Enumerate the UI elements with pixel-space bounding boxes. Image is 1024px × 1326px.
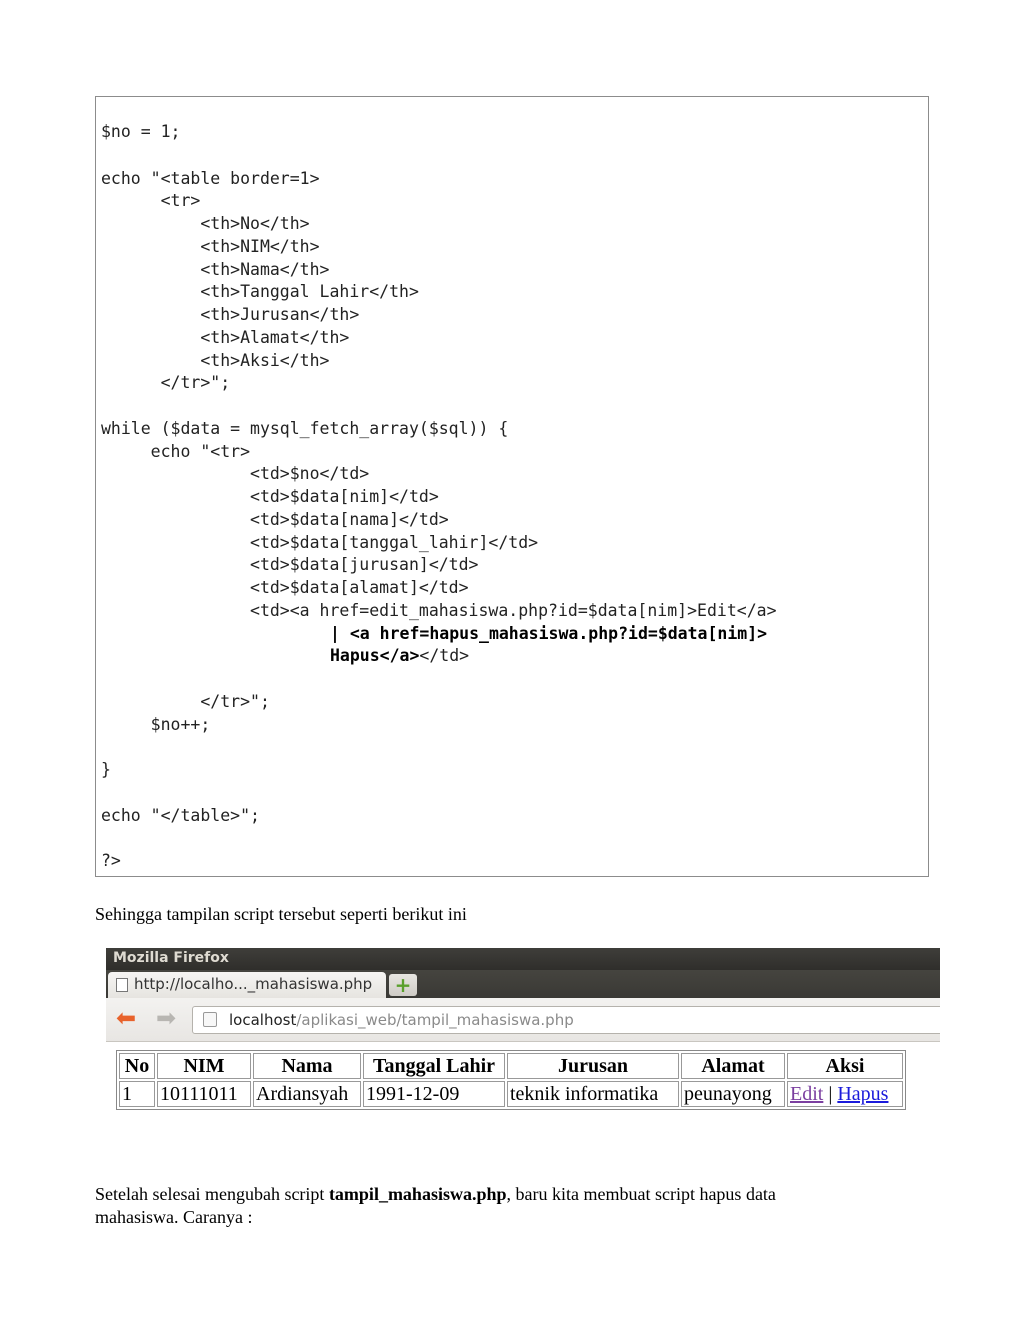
cell-alamat: peunayong [681,1081,785,1107]
cell-jurusan: teknik informatika [507,1081,679,1107]
code-line-bold: | <a href=hapus_mahasiswa.php?id=$data[n… [330,623,767,645]
edit-link[interactable]: Edit [790,1083,823,1105]
page-content: No NIM Nama Tanggal Lahir Jurusan Alamat… [106,1042,940,1148]
code-listing: $no = 1; echo "<table border=1> <tr> <th… [95,96,929,877]
script-filename: tampil_mahasiswa.php [328,1184,507,1204]
code-line: ?> [101,851,121,870]
mahasiswa-table: No NIM Nama Tanggal Lahir Jurusan Alamat… [116,1050,906,1110]
tab-title: http://localho..._mahasiswa.php [134,975,373,993]
code-line: <td>$data[nama]</td> [101,510,449,529]
code-line: echo "<table border=1> [101,169,320,188]
code-line: <td>$data[nim]</td> [101,487,439,506]
code-line: $no++; [101,715,211,734]
address-bar[interactable]: localhost/aplikasi_web/tampil_mahasiswa.… [192,1006,940,1034]
code-line: } [101,760,111,779]
code-line: <th>NIM</th> [101,237,320,256]
forward-arrow-icon[interactable]: ➡ [152,1006,180,1030]
code-line: <th>Alamat</th> [101,328,350,347]
code-bold-text: Hapus</a> [330,646,420,665]
code-line: echo "</table>"; [101,806,260,825]
code-line: <td>$no</td> [101,464,370,483]
cell-nama: Ardiansyah [253,1081,361,1107]
url-host: localhost [229,1011,297,1029]
url-path: /aplikasi_web/tampil_mahasiswa.php [296,1011,574,1029]
cell-tanggal-lahir: 1991-12-09 [363,1081,505,1107]
column-header: NIM [157,1053,251,1079]
code-line: <tr> [101,191,201,210]
navigation-bar: ⬅ ➡ localhost/aplikasi_web/tampil_mahasi… [106,998,940,1042]
new-tab-button[interactable]: + [389,974,417,996]
column-header: Alamat [681,1053,785,1079]
cell-aksi: Edit | Hapus [787,1081,903,1107]
back-arrow-icon[interactable]: ⬅ [112,1006,140,1030]
code-line: <td>$data[alamat]</td> [101,578,469,597]
cell-no: 1 [119,1081,155,1107]
code-line: </tr>"; [101,692,270,711]
hapus-link[interactable]: Hapus [837,1083,888,1105]
code-line: $no = 1; [101,122,181,141]
paragraph-text: mahasiswa. Caranya : [95,1207,253,1227]
column-header: Aksi [787,1053,903,1079]
code-line: <td><a href=edit_mahasiswa.php?id=$data[… [101,601,777,620]
code-line-bold: Hapus</a></td> [330,645,469,667]
paragraph-text: Setelah selesai mengubah script [95,1184,329,1204]
column-header: No [119,1053,155,1079]
browser-screenshot: Mozilla Firefox http://localho..._mahasi… [106,948,940,1148]
code-bold-text: | <a href=hapus_mahasiswa.php?id=$data[n… [330,624,768,643]
code-line: <th>Aksi</th> [101,351,330,370]
code-line: <th>Jurusan</th> [101,305,360,324]
cell-nim: 10111011 [157,1081,251,1107]
code-line: <td>$data[tanggal_lahir]</td> [101,533,539,552]
paragraph-text: , baru kita membuat script hapus data [506,1184,776,1204]
code-tail-text: </td> [419,646,470,665]
code-line: <th>Nama</th> [101,260,330,279]
paragraph-intro: Sehingga tampilan script tersebut sepert… [95,904,467,924]
column-header: Jurusan [507,1053,679,1079]
link-separator: | [828,1083,833,1105]
page-icon [116,978,128,992]
browser-tab[interactable]: http://localho..._mahasiswa.php [108,972,386,998]
paragraph-next-step: Setelah selesai mengubah script tampil_m… [95,1183,776,1229]
code-line: echo "<tr> [101,442,251,461]
code-line: <td>$data[jurusan]</td> [101,555,479,574]
site-identity-icon [203,1012,217,1027]
table-header-row: No NIM Nama Tanggal Lahir Jurusan Alamat… [119,1053,903,1079]
window-title: Mozilla Firefox [106,948,940,970]
code-line: <th>No</th> [101,214,310,233]
code-line: <th>Tanggal Lahir</th> [101,282,419,301]
tab-bar: http://localho..._mahasiswa.php + [106,970,940,998]
code-line: while ($data = mysql_fetch_array($sql)) … [101,419,509,438]
column-header: Tanggal Lahir [363,1053,505,1079]
column-header: Nama [253,1053,361,1079]
code-line: </tr>"; [101,373,231,392]
table-row: 1 10111011 Ardiansyah 1991-12-09 teknik … [119,1081,903,1107]
